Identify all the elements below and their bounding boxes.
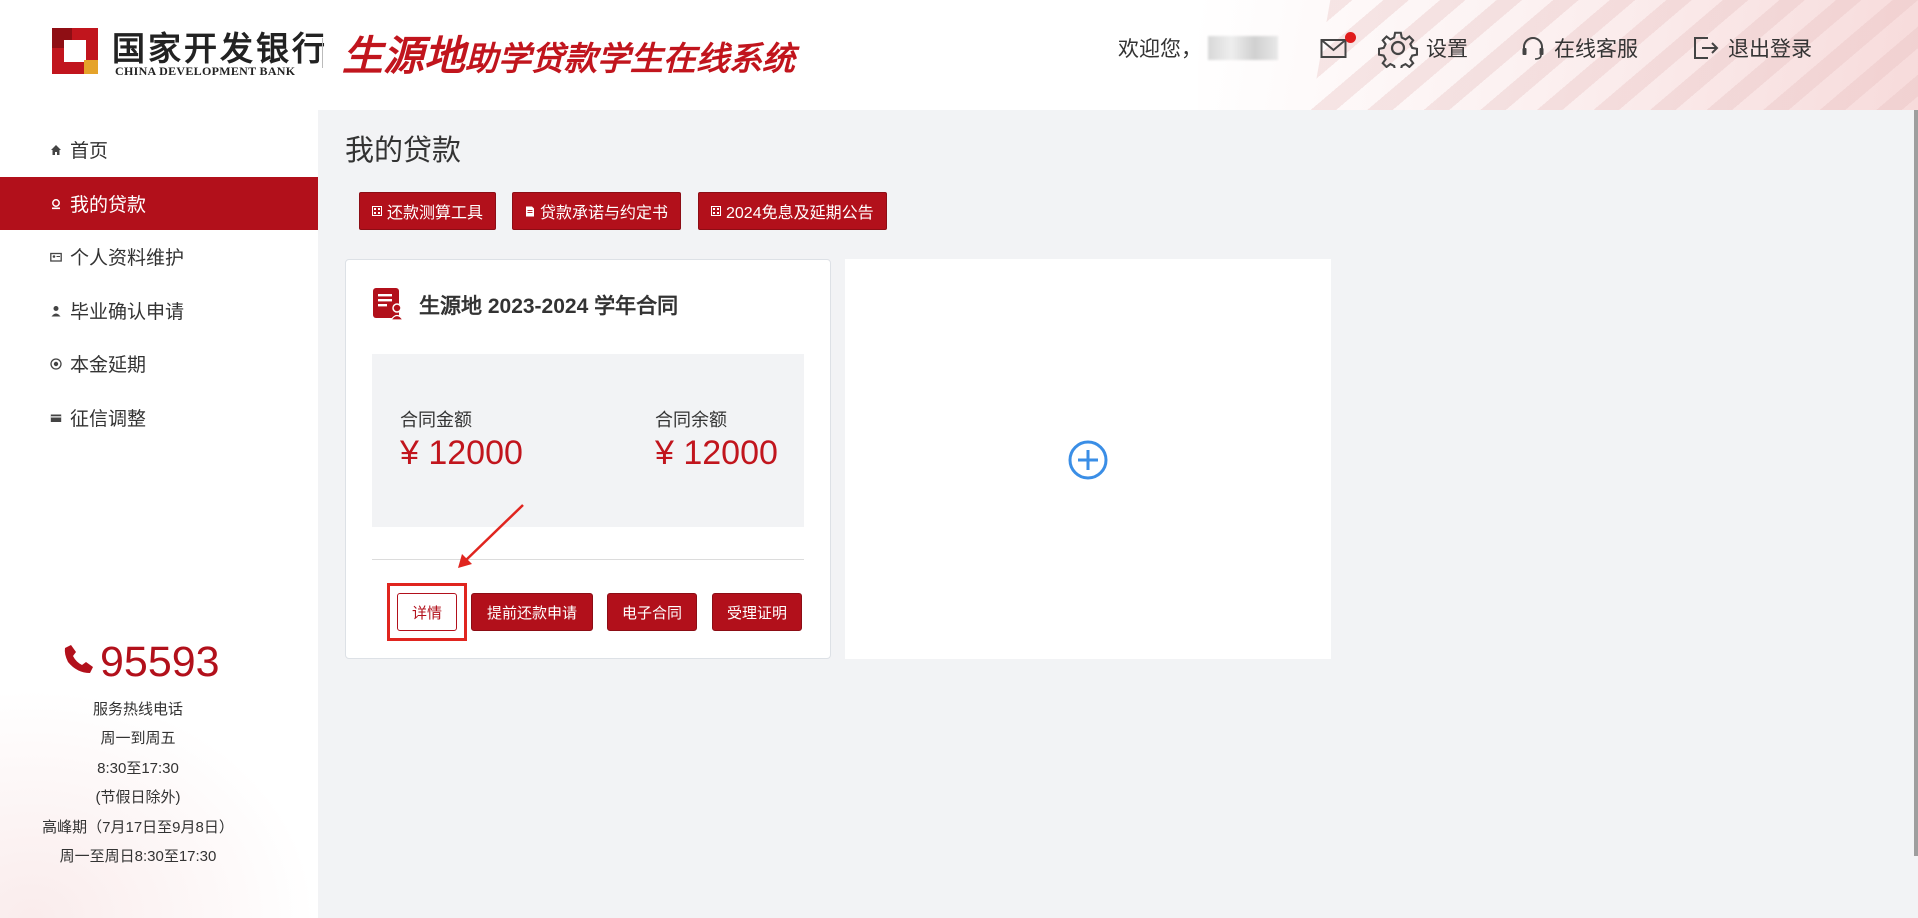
home-icon bbox=[50, 144, 62, 156]
tool-label: 还款测算工具 bbox=[387, 205, 484, 222]
logout-icon bbox=[1692, 35, 1720, 61]
tool-label: 贷款承诺与约定书 bbox=[540, 205, 669, 222]
sidebar-item-home[interactable]: 首页 bbox=[0, 123, 318, 176]
unread-dot bbox=[1345, 32, 1356, 43]
hotline-line: 服务热线电话 bbox=[92, 701, 183, 718]
contract-balance-value: ¥ 12000 bbox=[655, 434, 778, 472]
add-contract-button[interactable] bbox=[1067, 439, 1109, 486]
system-title: 生源地助学贷款学生在线系统 bbox=[342, 22, 795, 82]
contract-balance-label: 合同余额 bbox=[655, 410, 727, 430]
hotline-line: 周一至周日8:30至17:30 bbox=[59, 848, 217, 866]
page-title: 我的贷款 bbox=[345, 135, 462, 167]
system-title-part1: 生源地 bbox=[342, 33, 465, 79]
bank-logo-icon bbox=[52, 28, 98, 74]
profile-card-icon bbox=[50, 251, 62, 263]
repayment-calculator-button[interactable]: 还款测算工具 bbox=[359, 192, 497, 230]
sidebar-item-label: 毕业确认申请 bbox=[70, 302, 185, 323]
acceptance-certificate-button[interactable]: 受理证明 bbox=[712, 593, 802, 631]
bank-name-cn: 国家开发银行 bbox=[112, 29, 328, 68]
e-contract-button[interactable]: 电子合同 bbox=[607, 593, 697, 631]
hotline-line: 8:30至17:30 bbox=[97, 759, 179, 777]
mail-icon bbox=[1320, 39, 1347, 58]
header: 国家开发银行 CHINA DEVELOPMENT BANK 生源地助学贷款学生在… bbox=[0, 0, 1918, 110]
contract-title: 生源地 2023-2024 学年合同 bbox=[419, 295, 679, 318]
logout-button[interactable]: 退出登录 bbox=[1692, 32, 1812, 64]
contract-icon bbox=[372, 287, 406, 326]
target-icon bbox=[50, 357, 62, 370]
calculator-icon bbox=[372, 206, 382, 216]
interest-free-notice-button[interactable]: 2024免息及延期公告 bbox=[698, 192, 887, 230]
online-service-label: 在线客服 bbox=[1554, 38, 1638, 61]
hotline-line: 周一到周五 bbox=[100, 730, 176, 748]
phone-icon bbox=[62, 638, 96, 687]
sidebar-item-label: 首页 bbox=[70, 141, 109, 162]
user-name-blurred bbox=[1208, 36, 1278, 60]
sidebar-item-label: 本金延期 bbox=[70, 355, 147, 376]
annotation-arrow bbox=[458, 504, 524, 568]
settings-button[interactable]: 设置 bbox=[1378, 31, 1468, 68]
tool-label: 2024免息及延期公告 bbox=[726, 205, 874, 222]
headset-icon bbox=[1520, 35, 1546, 61]
contract-amount-label: 合同金额 bbox=[400, 410, 472, 430]
card-divider bbox=[372, 559, 804, 560]
contract-amount-value: ¥ 12000 bbox=[400, 434, 523, 472]
system-title-part2: 助学贷款学生在线系统 bbox=[465, 40, 795, 77]
hotline-line: (节假日除外) bbox=[95, 789, 181, 807]
hotline-number: 95593 bbox=[100, 638, 220, 686]
credit-card-icon bbox=[50, 412, 62, 424]
highlight-annotation bbox=[387, 583, 467, 641]
sidebar-item-label: 我的贷款 bbox=[70, 195, 147, 216]
scrollbar[interactable] bbox=[1914, 110, 1918, 856]
welcome-label: 欢迎您， bbox=[1118, 38, 1202, 61]
hotline-line: 高峰期（7月17日至9月8日） bbox=[42, 818, 234, 836]
hotline-info: 服务热线电话 周一到周五 8:30至17:30 (节假日除外) 高峰期（7月17… bbox=[0, 695, 276, 871]
loan-icon bbox=[50, 198, 62, 210]
loan-agreement-button[interactable]: 贷款承诺与约定书 bbox=[512, 192, 682, 230]
logout-label: 退出登录 bbox=[1728, 38, 1812, 61]
sidebar-item-profile[interactable]: 个人资料维护 bbox=[0, 230, 318, 283]
hotline: 95593 bbox=[62, 638, 220, 687]
early-repayment-button[interactable]: 提前还款申请 bbox=[471, 593, 593, 631]
add-contract-card[interactable] bbox=[845, 259, 1331, 659]
plus-circle-icon bbox=[1068, 440, 1108, 480]
settings-label: 设置 bbox=[1426, 38, 1468, 61]
logo-divider bbox=[322, 38, 323, 68]
person-icon bbox=[50, 305, 62, 317]
messages-button[interactable] bbox=[1320, 32, 1356, 64]
amount-panel: 合同金额 ¥ 12000 合同余额 ¥ 12000 bbox=[372, 354, 804, 527]
online-service-button[interactable]: 在线客服 bbox=[1520, 32, 1638, 64]
sidebar-item-credit-adjust[interactable]: 征信调整 bbox=[0, 391, 318, 444]
sidebar-item-label: 征信调整 bbox=[70, 409, 147, 430]
bank-name-en: CHINA DEVELOPMENT BANK bbox=[115, 64, 296, 78]
sidebar-item-graduation[interactable]: 毕业确认申请 bbox=[0, 284, 318, 337]
sidebar-item-my-loans[interactable]: 我的贷款 bbox=[0, 177, 318, 230]
sidebar-item-principal-deferral[interactable]: 本金延期 bbox=[0, 337, 318, 390]
gear-icon bbox=[1378, 28, 1418, 68]
calculator-icon bbox=[711, 206, 721, 216]
sidebar: 首页 我的贷款 个人资料维护 毕业确认申请 本金延期 征信调整 95593 服务… bbox=[0, 110, 318, 918]
welcome-text: 欢迎您， bbox=[1118, 32, 1278, 64]
sidebar-item-label: 个人资料维护 bbox=[70, 248, 185, 269]
document-icon bbox=[525, 206, 535, 217]
